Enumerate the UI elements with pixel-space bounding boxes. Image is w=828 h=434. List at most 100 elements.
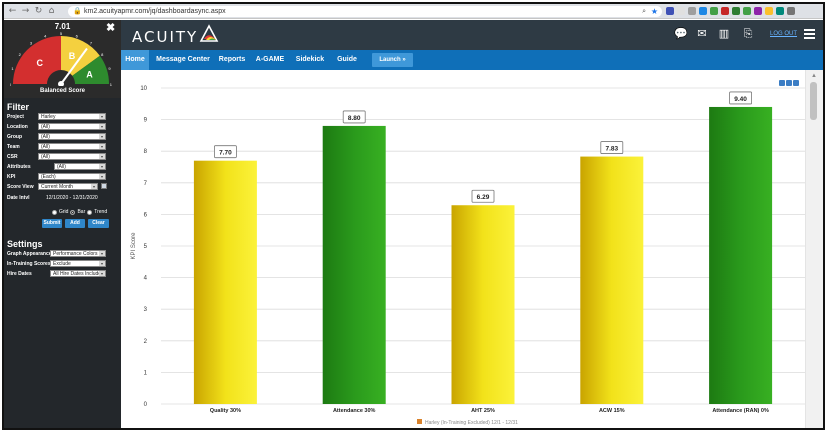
browser-extension-icon[interactable] bbox=[699, 7, 707, 15]
browser-extension-icon[interactable] bbox=[677, 7, 685, 15]
app-header: ACUITY 💬 ✉ ▥ ⎘ LOG OUT bbox=[121, 20, 823, 50]
csr-select[interactable]: (All) ▾ bbox=[38, 153, 106, 160]
browser-extension-icon[interactable] bbox=[666, 7, 674, 15]
filter-label-team: Team bbox=[7, 144, 20, 150]
nav-a-game[interactable]: A-GAME bbox=[254, 50, 286, 70]
browser-extension-icon[interactable] bbox=[743, 7, 751, 15]
y-tick-label: 2 bbox=[144, 339, 148, 345]
reload-icon[interactable]: ↻ bbox=[33, 6, 44, 17]
grid-radio-label: Grid bbox=[59, 209, 69, 215]
score-view-select[interactable]: Current Month ▾ bbox=[38, 183, 98, 190]
attributes-select[interactable]: (All) ▾ bbox=[54, 163, 106, 170]
address-bar[interactable]: 🔒 km2.acuityapmr.com/jq/dashboardasync.a… bbox=[68, 6, 662, 17]
print-chart-icon[interactable] bbox=[793, 80, 799, 86]
browser-extension-icon[interactable] bbox=[765, 7, 773, 15]
browser-toolbar: ← → ↻ ⌂ 🔒 km2.acuityapmr.com/jq/dashboar… bbox=[4, 4, 823, 19]
group-select[interactable]: (All) ▾ bbox=[38, 133, 106, 140]
app-window: ← → ↻ ⌂ 🔒 km2.acuityapmr.com/jq/dashboar… bbox=[2, 2, 825, 430]
filter-panel: Filter Project Harley ▾ Location (All) ▾ G… bbox=[4, 98, 121, 428]
browser-extension-icon[interactable] bbox=[721, 7, 729, 15]
export-icon[interactable]: ⎘ bbox=[742, 28, 754, 40]
home-icon[interactable]: ⌂ bbox=[46, 6, 57, 17]
legend-swatch bbox=[417, 419, 422, 424]
filter-label-score-view: Score View bbox=[7, 184, 34, 190]
browser-extension-icon[interactable] bbox=[754, 7, 762, 15]
x-tick-label: Attendance (RAN) 0% bbox=[712, 408, 769, 414]
kpi-select[interactable]: (Each) ▾ bbox=[38, 173, 106, 180]
chart-bar[interactable] bbox=[709, 106, 773, 405]
filter-title: Filter bbox=[7, 102, 30, 112]
y-tick-label: 6 bbox=[144, 212, 148, 218]
nav-message-center[interactable]: Message Center bbox=[155, 50, 211, 70]
browser-extension-icon[interactable] bbox=[776, 7, 784, 15]
gauge-tick-label: 0 bbox=[10, 82, 12, 86]
gauge-tick-label: 10 bbox=[110, 82, 112, 86]
logo-mark-icon bbox=[199, 24, 219, 42]
grid-view-icon[interactable] bbox=[779, 80, 785, 86]
team-select[interactable]: (All) ▾ bbox=[38, 143, 106, 150]
graph-appearance-select[interactable]: Performance Colors ▾ bbox=[50, 250, 106, 257]
trend-radio[interactable] bbox=[87, 209, 93, 215]
legend-label[interactable]: Harley (In-Training Excluded) 12/1 - 12/… bbox=[425, 420, 518, 426]
chart-bar[interactable] bbox=[193, 160, 257, 404]
submit-button[interactable]: Submit bbox=[42, 219, 62, 228]
add-button[interactable]: Add bbox=[65, 219, 85, 228]
settings-label-hire-dates: Hire Dates bbox=[7, 271, 32, 277]
gauge-tick-label: 3 bbox=[30, 41, 33, 46]
browser-extension-icon[interactable] bbox=[688, 7, 696, 15]
gauge-tick-label: 7 bbox=[90, 41, 93, 46]
chart-bar[interactable] bbox=[451, 205, 515, 404]
location-select[interactable]: (All) ▾ bbox=[38, 123, 106, 130]
gauge-tick-label: 6 bbox=[76, 33, 79, 38]
data-label: 9.40 bbox=[734, 96, 747, 103]
settings-label-graph-appearance: Graph Appearance bbox=[7, 251, 52, 257]
scroll-thumb[interactable] bbox=[810, 82, 817, 120]
nav-sidekick[interactable]: Sidekick bbox=[293, 50, 327, 70]
logout-link[interactable]: LOG OUT bbox=[770, 31, 797, 37]
x-tick-label: AHT 25% bbox=[471, 408, 495, 414]
data-label: 7.70 bbox=[219, 150, 232, 157]
in-training-select[interactable]: Exclude ▾ bbox=[50, 260, 106, 267]
chart-bar[interactable] bbox=[580, 156, 644, 404]
browser-extension-icon[interactable] bbox=[710, 7, 718, 15]
chart-bar[interactable] bbox=[322, 125, 386, 405]
hire-dates-select[interactable]: All Hire Dates Included ▾ bbox=[50, 270, 106, 277]
browser-extension-icon[interactable] bbox=[732, 7, 740, 15]
export-chart-icon[interactable] bbox=[786, 80, 792, 86]
x-tick-label: Quality 30% bbox=[210, 408, 241, 414]
chat-icon[interactable]: 💬 bbox=[674, 28, 688, 40]
bar-radio[interactable] bbox=[70, 209, 76, 215]
y-tick-label: 0 bbox=[144, 402, 148, 408]
launch-button[interactable]: Launch » bbox=[372, 53, 413, 67]
y-tick-label: 4 bbox=[144, 276, 148, 282]
zoom-icon[interactable]: ⌕ bbox=[642, 6, 646, 17]
filter-label-location: Location bbox=[7, 124, 28, 130]
vertical-scrollbar[interactable]: ▲ bbox=[805, 70, 823, 428]
filter-label-project: Project bbox=[7, 114, 24, 120]
clear-button[interactable]: Clear bbox=[88, 219, 109, 228]
nav-reports[interactable]: Reports bbox=[217, 50, 247, 70]
y-tick-label: 1 bbox=[144, 370, 148, 376]
calendar-icon[interactable] bbox=[101, 183, 107, 189]
balanced-score-gauge: C BA 0 1 2 3 4 5 6 7 8 9 10 bbox=[10, 31, 112, 86]
back-icon[interactable]: ← bbox=[7, 6, 18, 17]
y-tick-label: 9 bbox=[144, 118, 148, 124]
browser-extension-icon[interactable] bbox=[787, 7, 795, 15]
kpi-chart-panel: 0 1 2 3 4 5 6 7 8 9 10 KPI Score 7.70 Quality 30% 8.80… bbox=[121, 70, 823, 428]
menu-icon[interactable] bbox=[804, 29, 815, 39]
filter-label-attributes: Attributes bbox=[7, 164, 31, 170]
data-label: 7.83 bbox=[605, 146, 618, 153]
scroll-up-icon[interactable]: ▲ bbox=[811, 73, 817, 79]
gauge-tick-label: 2 bbox=[19, 52, 22, 57]
acuity-logo: ACUITY bbox=[132, 28, 199, 46]
filter-label-csr: CSR bbox=[7, 154, 18, 160]
bar-chart-icon[interactable]: ▥ bbox=[718, 28, 730, 40]
project-select[interactable]: Harley ▾ bbox=[38, 113, 106, 120]
grid-radio[interactable] bbox=[52, 209, 57, 215]
star-icon[interactable]: ★ bbox=[651, 6, 658, 17]
y-tick-label: 8 bbox=[144, 149, 148, 155]
forward-icon[interactable]: → bbox=[20, 6, 31, 17]
nav-guide[interactable]: Guide bbox=[333, 50, 361, 70]
nav-home[interactable]: Home bbox=[121, 50, 149, 70]
mail-icon[interactable]: ✉ bbox=[696, 28, 708, 40]
